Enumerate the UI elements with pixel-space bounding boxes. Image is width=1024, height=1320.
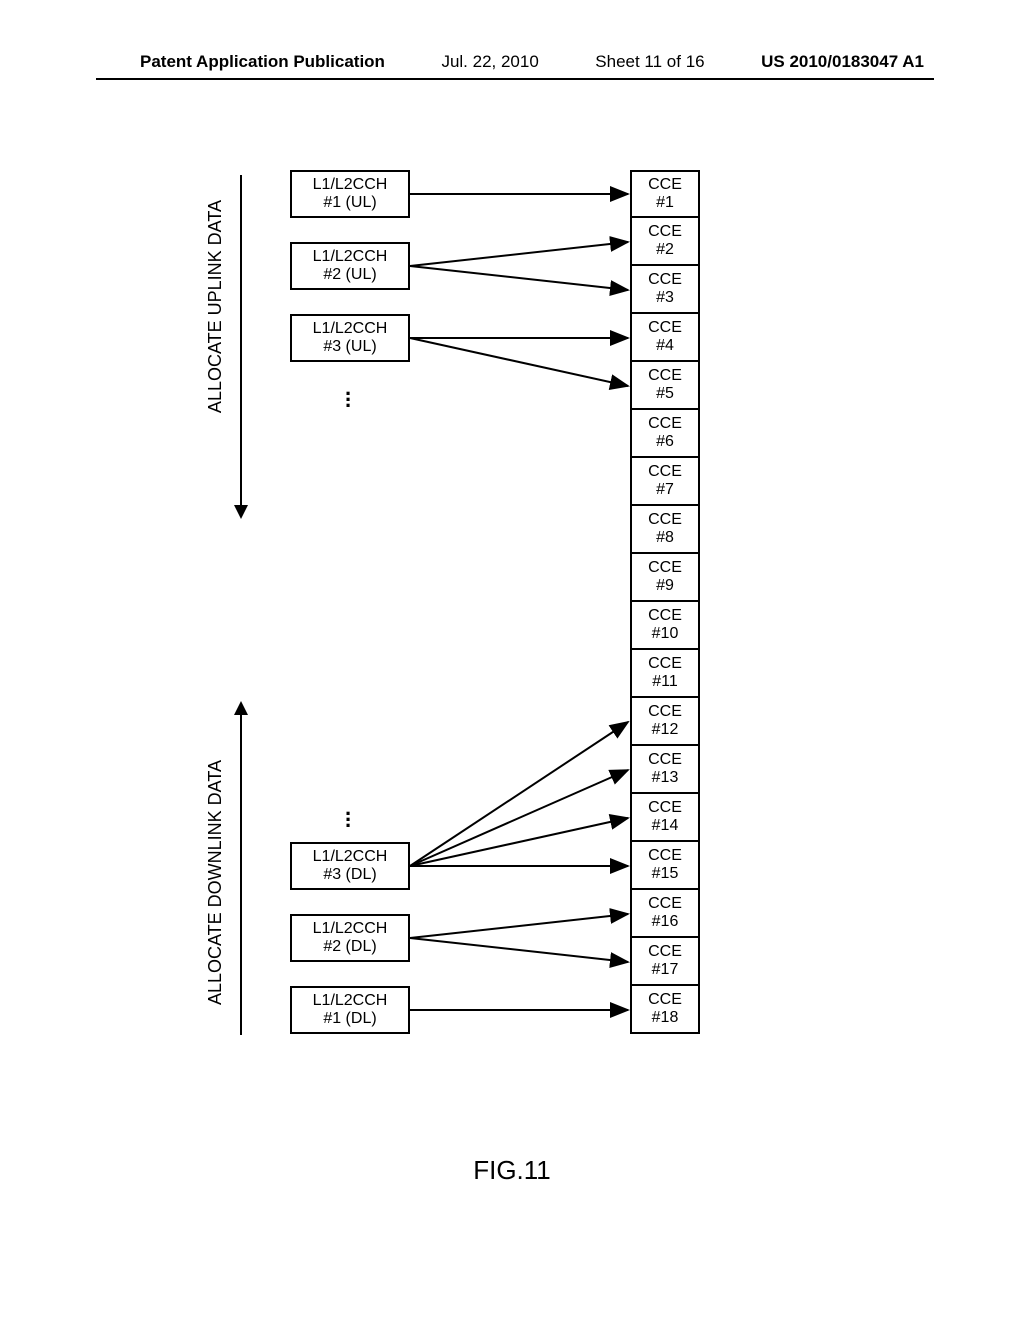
cce-label: CCE [648, 559, 682, 577]
cce-label: CCE [648, 943, 682, 961]
cce-number: #14 [652, 817, 679, 835]
cce-number: #4 [656, 337, 674, 355]
cce-label: CCE [648, 655, 682, 673]
ch-sublabel: #2 (UL) [323, 266, 376, 284]
cce-cell: CCE#10 [630, 602, 700, 650]
cce-label: CCE [648, 703, 682, 721]
figure-caption: FIG.11 [0, 1155, 1024, 1186]
cce-number: #3 [656, 289, 674, 307]
cce-label: CCE [648, 751, 682, 769]
allocation-diagram: ALLOCATE UPLINK DATA ALLOCATE DOWNLINK D… [230, 170, 780, 1070]
cce-number: #6 [656, 433, 674, 451]
publication-number: US 2010/0183047 A1 [761, 52, 924, 72]
cce-number: #13 [652, 769, 679, 787]
cce-number: #17 [652, 961, 679, 979]
cce-cell: CCE#12 [630, 698, 700, 746]
cce-cell: CCE#17 [630, 938, 700, 986]
cce-cell: CCE#7 [630, 458, 700, 506]
cce-cell: CCE#15 [630, 842, 700, 890]
downlink-label: ALLOCATE DOWNLINK DATA [205, 760, 226, 1005]
cce-label: CCE [648, 271, 682, 289]
cce-label: CCE [648, 847, 682, 865]
dl-channel-1: L1/L2CCH #1 (DL) [290, 986, 410, 1034]
cce-label: CCE [648, 799, 682, 817]
cce-label: CCE [648, 367, 682, 385]
cce-column: CCE#1CCE#2CCE#3CCE#4CCE#5CCE#6CCE#7CCE#8… [630, 170, 700, 1034]
uplink-arrow-head [234, 505, 248, 519]
cce-label: CCE [648, 223, 682, 241]
ul-channel-1: L1/L2CCH #1 (UL) [290, 170, 410, 218]
dl-channel-3: L1/L2CCH #3 (DL) [290, 842, 410, 890]
cce-number: #15 [652, 865, 679, 883]
cce-number: #9 [656, 577, 674, 595]
ch-sublabel: #1 (DL) [323, 1010, 376, 1028]
cce-number: #12 [652, 721, 679, 739]
ch-label: L1/L2CCH [313, 248, 388, 266]
cce-number: #10 [652, 625, 679, 643]
dl-channel-2: L1/L2CCH #2 (DL) [290, 914, 410, 962]
downlink-arrow-head [234, 701, 248, 715]
publication-date: Jul. 22, 2010 [441, 52, 538, 72]
cce-cell: CCE#1 [630, 170, 700, 218]
cce-number: #11 [652, 673, 678, 691]
cce-number: #8 [656, 529, 674, 547]
sheet-number: Sheet 11 of 16 [595, 52, 704, 72]
cce-cell: CCE#16 [630, 890, 700, 938]
cce-cell: CCE#8 [630, 506, 700, 554]
cce-label: CCE [648, 176, 682, 194]
cce-cell: CCE#2 [630, 218, 700, 266]
cce-cell: CCE#13 [630, 746, 700, 794]
cce-cell: CCE#6 [630, 410, 700, 458]
ul-channel-3: L1/L2CCH #3 (UL) [290, 314, 410, 362]
cce-cell: CCE#14 [630, 794, 700, 842]
ellipsis-icon: ... [345, 805, 351, 823]
ch-sublabel: #2 (DL) [323, 938, 376, 956]
cce-label: CCE [648, 319, 682, 337]
header-divider [96, 78, 934, 80]
cce-number: #2 [656, 241, 674, 259]
cce-number: #16 [652, 913, 679, 931]
ch-label: L1/L2CCH [313, 992, 388, 1010]
publication-type: Patent Application Publication [140, 52, 385, 72]
cce-cell: CCE#3 [630, 266, 700, 314]
ch-sublabel: #1 (UL) [323, 194, 376, 212]
cce-label: CCE [648, 511, 682, 529]
cce-cell: CCE#5 [630, 362, 700, 410]
cce-number: #18 [652, 1009, 679, 1027]
downlink-arrow-shaft [240, 715, 242, 1035]
page-header: Patent Application Publication Jul. 22, … [0, 52, 1024, 72]
ch-sublabel: #3 (DL) [323, 866, 376, 884]
uplink-label: ALLOCATE UPLINK DATA [205, 200, 226, 413]
ch-sublabel: #3 (UL) [323, 338, 376, 356]
cce-cell: CCE#9 [630, 554, 700, 602]
ellipsis-icon: ... [345, 385, 351, 403]
cce-number: #7 [656, 481, 674, 499]
ch-label: L1/L2CCH [313, 920, 388, 938]
cce-label: CCE [648, 415, 682, 433]
ch-label: L1/L2CCH [313, 848, 388, 866]
cce-number: #5 [656, 385, 674, 403]
ch-label: L1/L2CCH [313, 320, 388, 338]
cce-label: CCE [648, 895, 682, 913]
cce-cell: CCE#4 [630, 314, 700, 362]
uplink-arrow-shaft [240, 175, 242, 505]
cce-cell: CCE#11 [630, 650, 700, 698]
cce-number: #1 [656, 194, 674, 212]
cce-label: CCE [648, 607, 682, 625]
cce-cell: CCE#18 [630, 986, 700, 1034]
ch-label: L1/L2CCH [313, 176, 388, 194]
ul-channel-2: L1/L2CCH #2 (UL) [290, 242, 410, 290]
cce-label: CCE [648, 991, 682, 1009]
cce-label: CCE [648, 463, 682, 481]
